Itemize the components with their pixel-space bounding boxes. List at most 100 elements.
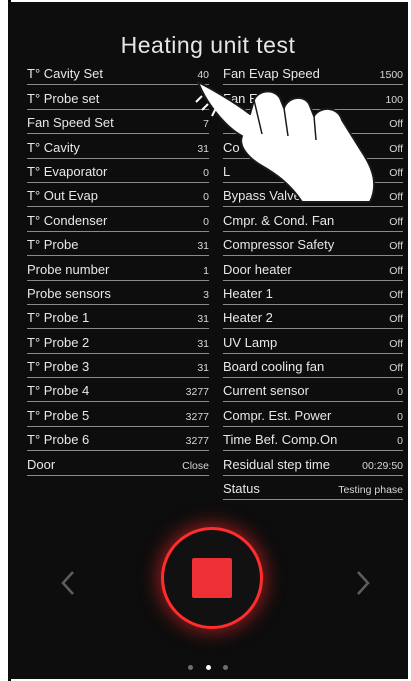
reading-value: 31	[197, 240, 209, 253]
reading-value: Off	[389, 264, 403, 277]
reading-row: T° Probe set	[27, 85, 209, 110]
reading-row: Fan Speed Set 7	[27, 110, 209, 135]
reading-value: Off	[389, 337, 403, 350]
reading-label: T° Probe 3	[27, 359, 90, 375]
reading-row: Bypass Valve Off	[223, 183, 403, 208]
right-readings-column: Fan Evap Speed 1500 Fan E 100 Off Co Off L O…	[223, 61, 403, 501]
reading-label: Residual step time	[223, 456, 330, 472]
chevron-right-icon	[357, 571, 370, 595]
reading-value: 31	[197, 313, 209, 326]
reading-row: Off	[223, 110, 403, 135]
reading-label: Heater 2	[223, 310, 273, 326]
reading-row: T° Probe 5 3277	[27, 402, 209, 427]
reading-value: Off	[389, 240, 403, 253]
reading-label: T° Evaporator	[27, 163, 108, 179]
reading-value: Off	[389, 215, 403, 228]
reading-row: T° Probe 31	[27, 232, 209, 257]
reading-row: Current sensor 0	[223, 378, 403, 403]
reading-label: Compr. Est. Power	[223, 407, 332, 423]
status-value: Testing phase	[338, 484, 403, 497]
reading-value: 3277	[185, 435, 209, 448]
reading-value: 100	[385, 93, 403, 106]
reading-label: T° Probe set	[27, 90, 100, 106]
reading-value: Off	[389, 118, 403, 131]
reading-label: Co	[223, 139, 240, 155]
reading-value: Off	[389, 142, 403, 155]
reading-value: 1500	[379, 69, 403, 82]
reading-value: 0	[203, 191, 209, 204]
reading-value: 1	[203, 264, 209, 277]
reading-label: T° Probe 6	[27, 432, 90, 448]
reading-row: UV Lamp Off	[223, 329, 403, 354]
reading-value: 31	[197, 337, 209, 350]
page-indicator	[8, 657, 408, 675]
reading-label: UV Lamp	[223, 334, 278, 350]
reading-label: Fan Speed Set	[27, 115, 114, 131]
reading-value: 00:29:50	[362, 459, 403, 472]
reading-value: Close	[182, 459, 209, 472]
reading-label: T° Cavity	[27, 139, 80, 155]
reading-label: L	[223, 163, 231, 179]
page-dot[interactable]	[222, 665, 228, 670]
reading-row: Door Close	[27, 451, 209, 476]
reading-value: 3	[203, 288, 209, 301]
reading-row: T° Probe 4 3277	[27, 378, 209, 403]
reading-value: Off	[389, 288, 403, 301]
reading-label: T° Probe	[27, 237, 79, 253]
reading-row: Compressor Safety Off	[223, 232, 403, 257]
reading-row: Probe number 1	[27, 256, 209, 281]
reading-row: Probe sensors 3	[27, 281, 209, 305]
reading-row: Door heater Off	[223, 256, 403, 281]
reading-value: Off	[389, 313, 403, 326]
reading-row: T° Out Evap 0	[27, 183, 209, 208]
next-page-button[interactable]	[353, 568, 373, 598]
reading-row: Board cooling fan Off	[223, 354, 403, 379]
reading-row: T° Cavity 31	[27, 134, 209, 159]
prev-page-button[interactable]	[58, 568, 78, 598]
device-screen: Heating unit test T° Cavity Set 40 T° Pro…	[8, 2, 408, 679]
reading-value: 0	[203, 215, 209, 228]
stop-button[interactable]	[164, 530, 260, 626]
reading-label: Probe number	[27, 261, 110, 277]
left-readings-column: T° Cavity Set 40 T° Probe set Fan Speed S…	[27, 61, 209, 476]
reading-value: 31	[197, 362, 209, 375]
reading-value: 31	[197, 142, 209, 155]
reading-label: T° Out Evap	[27, 188, 98, 204]
reading-value: 3277	[185, 410, 209, 423]
reading-value: 40	[197, 69, 209, 82]
reading-row: T° Probe 2 31	[27, 329, 209, 354]
page-title: Heating unit test	[120, 32, 296, 58]
reading-value: 3277	[185, 386, 209, 399]
reading-value: Off	[389, 191, 403, 204]
reading-row: Fan E 100	[223, 85, 403, 110]
reading-row: Heater 2 Off	[223, 305, 403, 330]
reading-row: Compr. Est. Power 0	[223, 402, 403, 427]
status-row: Status Testing phase	[223, 476, 403, 501]
reading-label: Time Bef. Comp.On	[223, 432, 338, 448]
reading-row: Residual step time 00:29:50	[223, 451, 403, 476]
reading-value: 0	[397, 386, 403, 399]
page-dot[interactable]	[188, 665, 194, 670]
status-label: Status	[223, 481, 260, 497]
page-dot-active[interactable]	[205, 665, 211, 670]
reading-label: Fan E	[223, 90, 258, 106]
reading-row: T° Cavity Set 40	[27, 61, 209, 86]
reading-value: 0	[397, 435, 403, 448]
reading-label: Compressor Safety	[223, 237, 335, 253]
reading-label: T° Condenser	[27, 212, 108, 228]
reading-label: T° Cavity Set	[27, 66, 103, 82]
reading-value: 0	[397, 410, 403, 423]
reading-label: Board cooling fan	[223, 359, 325, 375]
reading-row: T° Probe 6 3277	[27, 427, 209, 452]
reading-value: 7	[203, 118, 209, 131]
reading-row: T° Condenser 0	[27, 207, 209, 232]
reading-value: 0	[203, 166, 209, 179]
reading-value: Off	[389, 166, 403, 179]
reading-row: Time Bef. Comp.On 0	[223, 427, 403, 452]
stop-icon	[192, 558, 232, 598]
reading-row: Cmpr. & Cond. Fan Off	[223, 207, 403, 232]
reading-row: T° Evaporator 0	[27, 159, 209, 183]
reading-value: Off	[389, 362, 403, 375]
reading-row: Fan Evap Speed 1500	[223, 61, 403, 86]
reading-label: Fan Evap Speed	[223, 66, 320, 82]
